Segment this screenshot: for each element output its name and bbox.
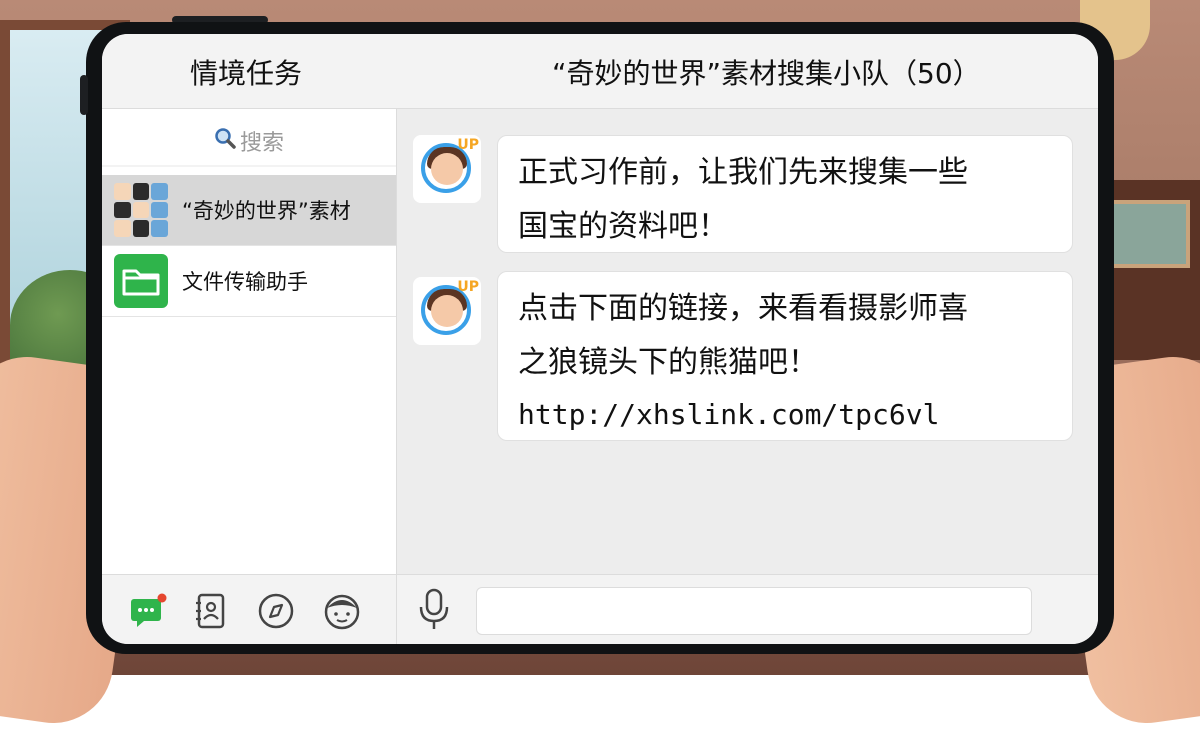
tablet-screen: 情境任务 “奇妙的世界”素材搜集小队（50） 搜索 “奇妙的世界”素材 文件传输… (102, 34, 1098, 644)
up-badge: UP (457, 137, 479, 153)
message-area: UP 正式习作前，让我们先来搜集一些 国宝的资料吧！ UP 点击下面的链接，来看… (397, 109, 1098, 574)
message-bubble[interactable]: 正式习作前，让我们先来搜集一些 国宝的资料吧！ (497, 135, 1073, 253)
chat-title: “奇妙的世界”素材搜集小队（50） (552, 57, 981, 90)
avatar-face (431, 295, 463, 327)
search-input[interactable]: 搜索 (102, 117, 396, 165)
sidebar-title: 情境任务 (190, 57, 303, 90)
chat-list-item-file-transfer[interactable]: 文件传输助手 (102, 246, 396, 317)
chat-name: 文件传输助手 (182, 270, 308, 294)
search-icon (214, 127, 236, 155)
bottom-bar (102, 574, 1098, 644)
divider (396, 575, 397, 644)
message-text: 国宝的资料吧！ (518, 209, 728, 244)
chat-list-sidebar: 搜索 “奇妙的世界”素材 文件传输助手 (102, 109, 397, 574)
sender-avatar[interactable]: UP (413, 135, 481, 203)
message-link[interactable]: http://xhslink.com/tpc6vl (518, 390, 1052, 440)
contacts-icon[interactable] (190, 591, 230, 631)
compass-icon[interactable] (256, 591, 296, 631)
message-text: 点击下面的链接，来看看摄影师喜 (518, 291, 968, 326)
sender-avatar[interactable]: UP (413, 277, 481, 345)
message-text: 之狼镜头下的熊猫吧！ (518, 345, 818, 380)
search-placeholder: 搜索 (239, 131, 284, 156)
tablet-side-button (80, 75, 88, 115)
message-bubble[interactable]: 点击下面的链接，来看看摄影师喜 之狼镜头下的熊猫吧！ http://xhslin… (497, 271, 1073, 441)
avatar-face (431, 153, 463, 185)
header-bar: 情境任务 “奇妙的世界”素材搜集小队（50） (102, 34, 1098, 109)
search-area: 搜索 (102, 117, 396, 167)
microphone-icon[interactable] (414, 587, 454, 633)
chat-name: “奇妙的世界”素材 (182, 199, 351, 223)
chat-bubble-icon[interactable] (128, 591, 168, 631)
up-badge: UP (457, 279, 479, 295)
face-icon[interactable] (322, 591, 362, 631)
message-text: 正式习作前，让我们先来搜集一些 (518, 155, 968, 190)
folder-icon (114, 254, 168, 308)
group-avatar-icon (114, 183, 168, 237)
chat-list-item-group[interactable]: “奇妙的世界”素材 (102, 175, 396, 246)
message-input[interactable] (476, 587, 1032, 635)
